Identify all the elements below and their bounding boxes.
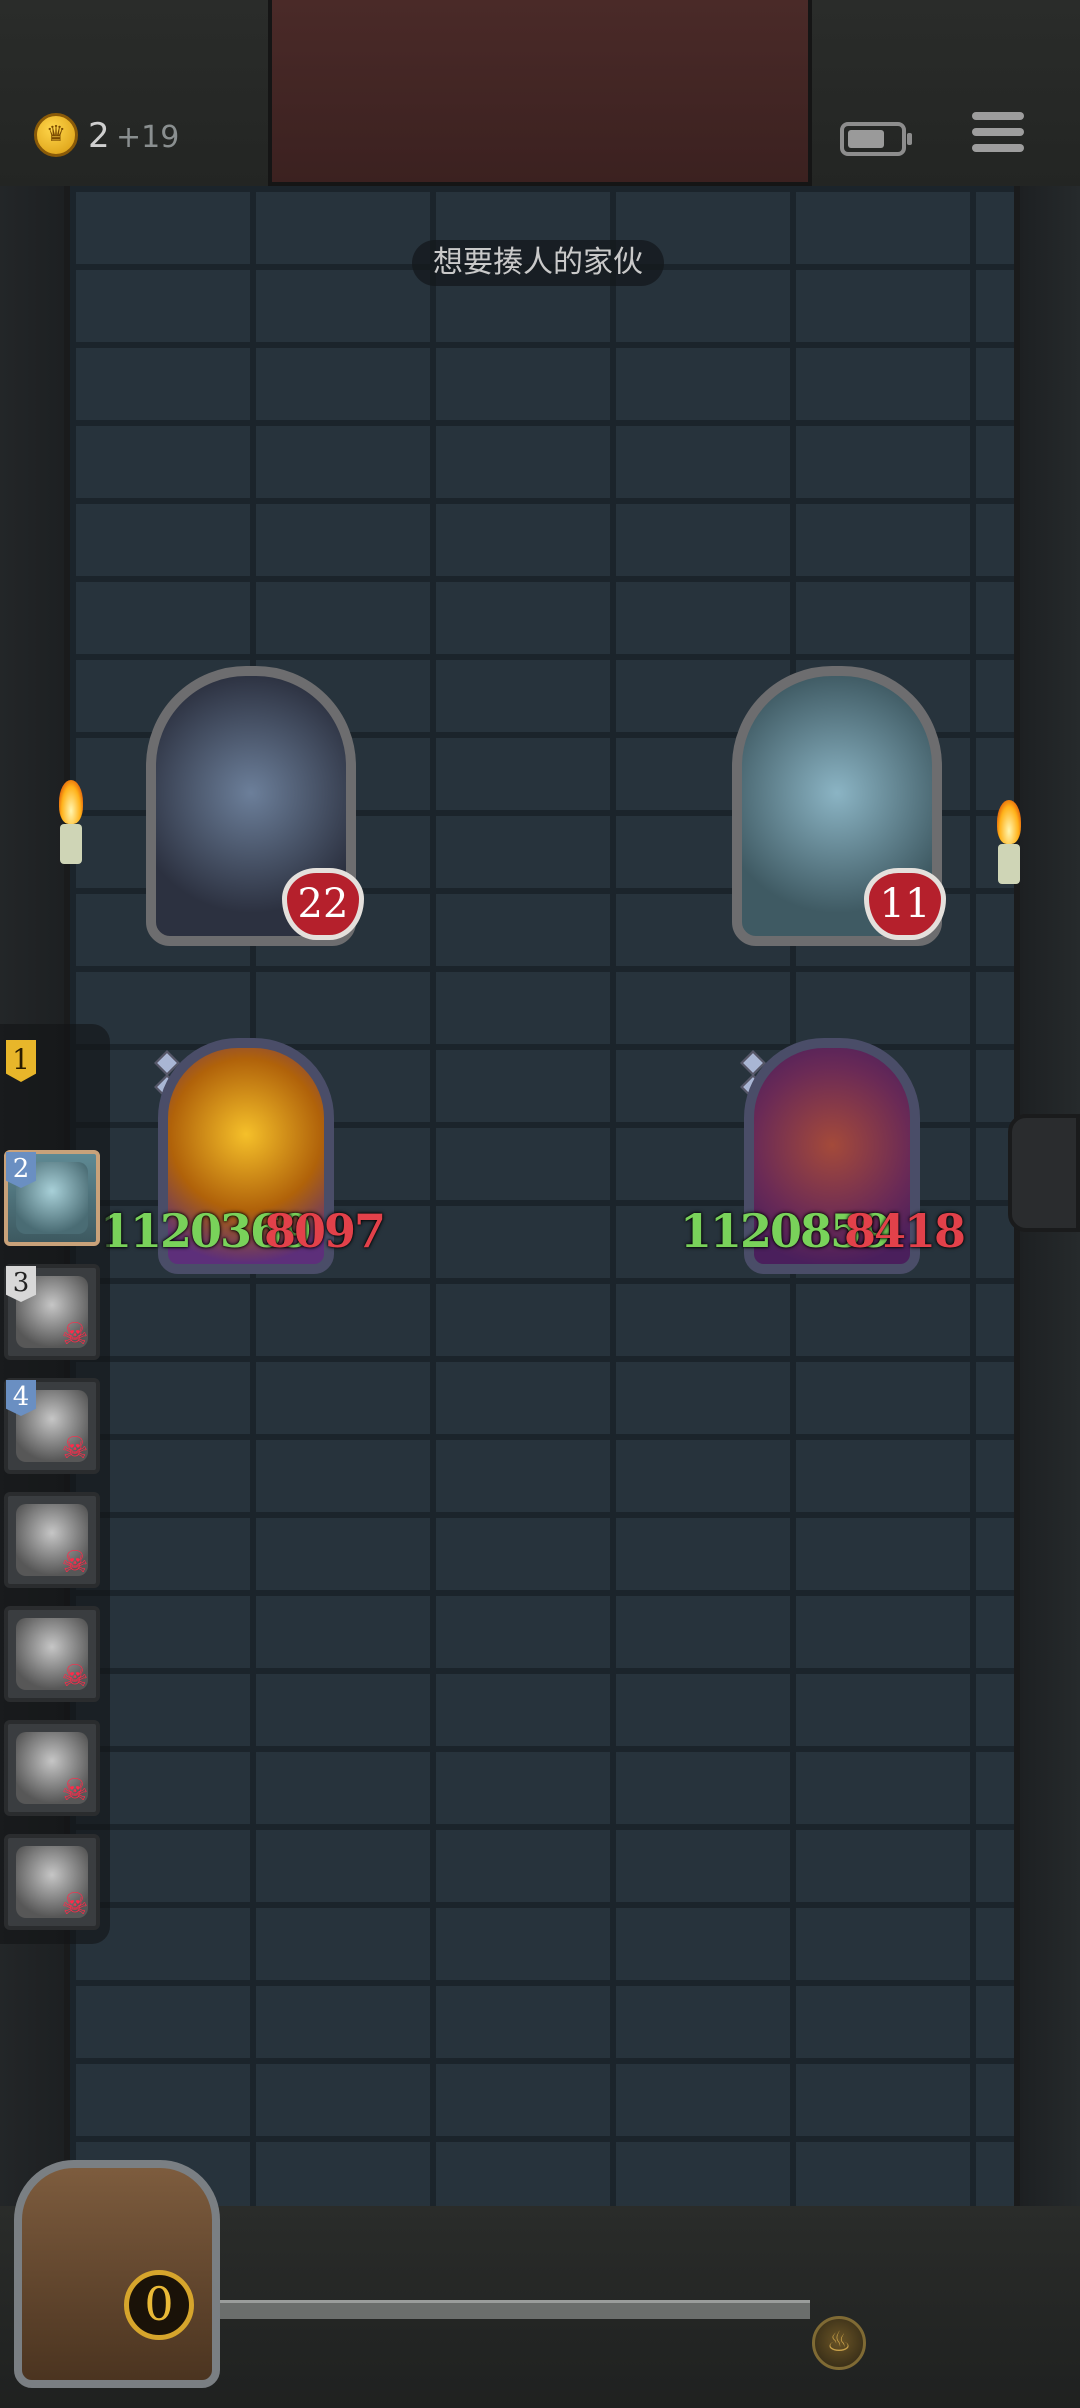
- encounter-title: 想要揍人的家伙: [412, 240, 664, 286]
- roster-slot[interactable]: ☠: [4, 1720, 100, 1816]
- flame-ability-icon[interactable]: ♨: [812, 2316, 866, 2370]
- side-handle[interactable]: [1008, 1114, 1080, 1232]
- right-torch: [984, 800, 1034, 920]
- skull-icon: ☠: [61, 1317, 89, 1352]
- skull-icon: ☠: [61, 1431, 89, 1466]
- deck-count: 0: [124, 2270, 194, 2340]
- player-card-health: 8097: [264, 1204, 386, 1258]
- coin-count: 2: [88, 116, 110, 156]
- roster-slot[interactable]: ☠: [4, 1492, 100, 1588]
- battery-icon: [840, 122, 912, 156]
- rank-badge: 1: [6, 1040, 36, 1082]
- crown-coin-icon: ♛: [34, 113, 78, 157]
- flame-icon: [997, 800, 1021, 844]
- enemy-card-health: 8418: [844, 1204, 966, 1258]
- coin-bonus: +19: [116, 120, 180, 155]
- skull-icon: ☠: [61, 1887, 89, 1922]
- roster-slot[interactable]: 4 ☠: [4, 1378, 100, 1474]
- deck-chest[interactable]: [14, 2160, 220, 2388]
- floor-rail: [190, 2300, 810, 2319]
- menu-icon[interactable]: [972, 112, 1024, 164]
- skull-icon: ☠: [61, 1659, 89, 1694]
- slot-number: 4: [6, 1380, 36, 1416]
- flame-icon: [59, 780, 83, 824]
- roster-slot[interactable]: ☠: [4, 1834, 100, 1930]
- skull-icon: ☠: [61, 1773, 89, 1808]
- roster-slot[interactable]: 2: [4, 1150, 100, 1246]
- enemy-hero-hp: 11: [864, 868, 946, 940]
- dungeon-door: [268, 0, 812, 186]
- left-torch: [46, 780, 96, 900]
- slot-number: 2: [6, 1152, 36, 1188]
- roster-slot[interactable]: ☠: [4, 1606, 100, 1702]
- roster-slot[interactable]: 3 ☠: [4, 1264, 100, 1360]
- skull-icon: ☠: [61, 1545, 89, 1580]
- slot-number: 3: [6, 1266, 36, 1302]
- player-hero-hp: 22: [282, 868, 364, 940]
